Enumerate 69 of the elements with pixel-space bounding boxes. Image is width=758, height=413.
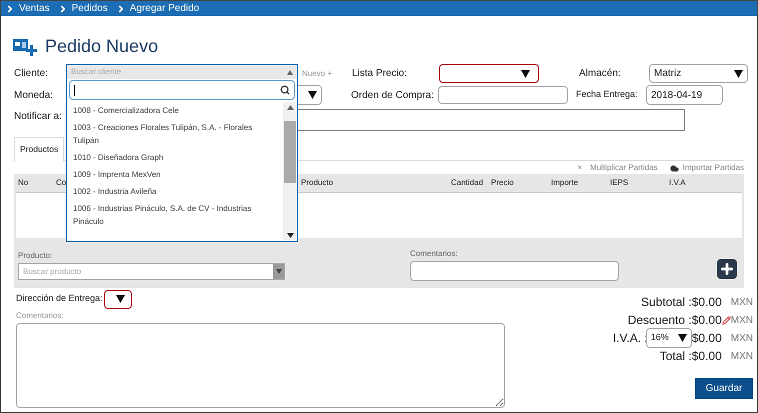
field-label: Moneda:: [14, 88, 54, 102]
client-option[interactable]: 1003 - Creaciones Florales Tulipán, S.A. - Florales Tulipán: [73, 119, 279, 149]
breadcrumb-link[interactable]: Pedidos: [72, 1, 108, 16]
caret-icon: [276, 269, 282, 274]
plus-icon: [719, 261, 735, 277]
total-value: $0.00: [692, 294, 722, 311]
total-value: $0.00: [692, 348, 722, 365]
field-label: Almacén:: [579, 67, 622, 81]
caret-icon: [521, 70, 530, 78]
caret-icon: [678, 334, 687, 342]
caret-up-icon: [287, 70, 293, 74]
client-option[interactable]: 1006 - Industrias Pináculo, S.A. de CV - Industrias Pináculo: [73, 200, 279, 230]
field-label: Notificar a:: [14, 110, 63, 124]
comments-field[interactable]: [16, 323, 505, 408]
total-label: Total :: [660, 348, 692, 365]
currency-label: MXN: [730, 350, 753, 364]
client-option[interactable]: 1009 - Imprenta MexVen: [73, 166, 279, 183]
column-header: Producto: [300, 177, 334, 189]
field-label: Dirección de Entrega:: [16, 292, 103, 306]
field-label: Producto:: [18, 250, 54, 262]
caret-icon: [734, 70, 743, 78]
total-value: $0.00: [692, 330, 722, 347]
column-header: I.V.A: [668, 177, 687, 189]
products-tab[interactable]: Productos: [14, 137, 64, 162]
column-header: IEPS: [609, 177, 630, 189]
currency-label: MXN: [730, 296, 753, 310]
add-product-button[interactable]: [717, 259, 737, 279]
currency-label: MXN: [730, 314, 753, 328]
field-label: Lista Precio:: [352, 67, 408, 81]
client-option[interactable]: 1002 - Industria Avileña: [73, 183, 279, 200]
purchase-order-field[interactable]: [438, 86, 568, 104]
column-header: Co: [55, 177, 68, 189]
column-header: Cantidad: [450, 177, 484, 189]
warehouse-select[interactable]: Matriz: [649, 64, 748, 83]
product-comments-field[interactable]: [410, 261, 619, 281]
field-label: Cliente:: [14, 67, 49, 81]
client-option[interactable]: 1010 - Diseñadora Graph: [73, 149, 279, 166]
search-icon: [280, 85, 290, 95]
delivery-address-select[interactable]: [104, 290, 132, 308]
field-label: Comentarios:: [16, 310, 65, 322]
total-label: Subtotal :: [641, 294, 692, 311]
caret-icon: [116, 295, 125, 303]
page-title: Pedido Nuevo: [45, 34, 158, 58]
breadcrumb-link[interactable]: Ventas: [19, 1, 50, 16]
price-list-select[interactable]: [439, 64, 539, 83]
total-label: Descuento :: [628, 312, 692, 329]
scrollbar[interactable]: [283, 102, 297, 241]
import-items-link[interactable]: Importar Partidas: [670, 162, 744, 174]
column-header: Importe: [550, 177, 580, 189]
breadcrumb-link[interactable]: Agregar Pedido: [130, 1, 200, 16]
client-option[interactable]: 1008 - Comercializadora Cele: [73, 102, 279, 119]
multiply-items-link[interactable]: × Multiplicar Partidas: [577, 162, 658, 174]
save-button[interactable]: Guardar: [695, 378, 753, 399]
scroll-up-icon: [286, 105, 294, 110]
currency-label: MXN: [730, 332, 753, 346]
field-label: Fecha Entrega:: [576, 88, 639, 102]
cloud-upload-icon: [670, 164, 679, 172]
scroll-down-icon: [286, 233, 294, 238]
field-label: Comentarios:: [410, 248, 459, 260]
edit-icon[interactable]: [722, 316, 731, 324]
caret-icon: [308, 91, 317, 99]
order-add-icon: [13, 36, 37, 56]
total-value: $0.00: [692, 312, 722, 329]
client-search-field[interactable]: [69, 80, 295, 100]
column-header: No: [17, 177, 30, 189]
column-header: Precio: [490, 177, 515, 189]
chevron-icon: [5, 4, 15, 14]
field-label: Orden de Compra:: [351, 88, 435, 102]
delivery-date-field[interactable]: 2018-04-19: [646, 85, 723, 105]
